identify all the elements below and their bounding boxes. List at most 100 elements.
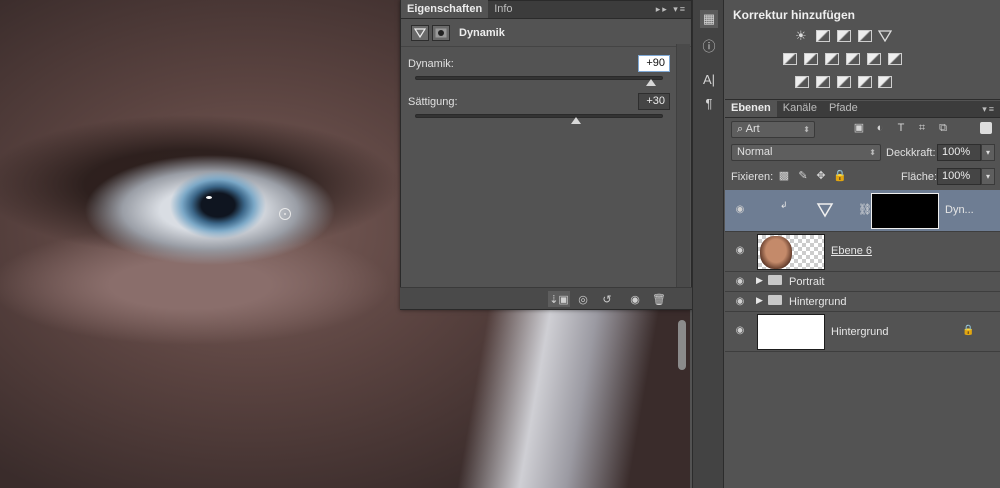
- brightness-icon[interactable]: ☀: [795, 29, 809, 42]
- levels-icon[interactable]: [816, 30, 830, 42]
- visibility-eye-icon[interactable]: ◉: [734, 204, 746, 216]
- clip-to-layer-icon[interactable]: ⇣▣: [548, 291, 570, 307]
- properties-bottom-toolbar: ⇣▣ ◎ ↺ ◉ 🗑: [400, 287, 692, 309]
- color-lookup-icon[interactable]: [888, 53, 902, 65]
- visibility-eye-icon[interactable]: ◉: [734, 296, 746, 308]
- eye-highlight: [206, 196, 212, 199]
- layer-name[interactable]: Dyn...: [945, 204, 974, 216]
- hue-saturation-icon[interactable]: [783, 53, 797, 65]
- layer-row-vibrance[interactable]: ◉ ↲ ⛓ Dyn...: [725, 190, 1000, 232]
- layer-group-portrait[interactable]: ◉ ▶ Portrait: [725, 272, 1000, 292]
- lock-move-icon[interactable]: ✥: [814, 169, 828, 183]
- canvas-scrollbar-thumb[interactable]: [678, 320, 686, 370]
- group-name[interactable]: Portrait: [789, 276, 824, 288]
- layer-name[interactable]: Ebene 6: [831, 245, 872, 257]
- opacity-dropdown-icon[interactable]: ▾: [981, 144, 995, 161]
- lock-icon: 🔒: [962, 325, 975, 336]
- opacity-input[interactable]: 100%: [937, 144, 981, 161]
- layer-row-background[interactable]: ◉ Hintergrund 🔒: [725, 312, 1000, 352]
- lock-brush-icon[interactable]: ✎: [796, 169, 810, 183]
- properties-tabbar: Eigenschaften Info ▸▸ ▾≡: [401, 0, 691, 19]
- saettigung-slider-thumb[interactable]: [571, 117, 582, 124]
- paragraph-icon[interactable]: ¶: [700, 94, 718, 112]
- filter-smart-icon[interactable]: ⧉: [936, 121, 950, 135]
- visibility-eye-icon[interactable]: ◉: [734, 245, 746, 257]
- panel-icon-strip: ▦ ⓘ A| ¶: [692, 0, 724, 488]
- layer-filter-value: Art: [745, 123, 760, 135]
- filter-shape-icon[interactable]: ⌗: [915, 121, 929, 135]
- layers-tabbar: Ebenen Kanäle Pfade ▾≡: [725, 100, 1000, 118]
- fill-label: Fläche:: [901, 171, 938, 183]
- layer-thumbnail: [757, 314, 825, 350]
- slider-label-dynamik: Dynamik:: [408, 58, 454, 70]
- layer-thumbnail: [757, 234, 825, 270]
- layers-panel: Ebenen Kanäle Pfade ▾≡ ⌕ Art ⬍ ▣ ◐ T ⌗ ⧉ …: [725, 100, 1000, 488]
- lock-label: Fixieren:: [731, 171, 774, 183]
- adjustments-icon[interactable]: ▦: [700, 10, 718, 28]
- layer-mask-thumbnail[interactable]: [871, 193, 939, 229]
- folder-icon: [768, 275, 782, 285]
- filter-toggle-icon[interactable]: [980, 122, 992, 134]
- fill-dropdown-icon[interactable]: ▾: [981, 168, 995, 185]
- adjustment-cursor-icon: [279, 208, 291, 220]
- layer-group-hintergrund[interactable]: ◉ ▶ Hintergrund: [725, 292, 1000, 312]
- visibility-eye-icon[interactable]: ◉: [734, 325, 746, 337]
- fill-input[interactable]: 100%: [937, 168, 981, 185]
- vibrance-icon[interactable]: [877, 30, 893, 43]
- panel-menu-icon[interactable]: ▸▸ ▾≡: [656, 4, 687, 15]
- dynamik-slider-thumb[interactable]: [645, 79, 656, 86]
- properties-scrollbar[interactable]: [676, 44, 690, 288]
- filter-type-icon[interactable]: T: [894, 121, 908, 135]
- clip-arrow-icon: ↲: [780, 200, 788, 210]
- black-white-icon[interactable]: [825, 53, 839, 65]
- expand-arrow-icon[interactable]: ▶: [756, 295, 763, 306]
- visibility-eye-icon[interactable]: ◉: [734, 276, 746, 288]
- channel-mixer-icon[interactable]: [867, 53, 881, 65]
- dynamik-value-input[interactable]: +90: [638, 55, 670, 72]
- lock-transparency-icon[interactable]: ▩: [777, 169, 791, 183]
- folder-icon: [768, 295, 782, 305]
- mask-icon[interactable]: [432, 24, 450, 41]
- layer-name[interactable]: Hintergrund: [831, 326, 888, 338]
- link-icon[interactable]: ⛓: [858, 203, 872, 216]
- gradient-map-icon[interactable]: [858, 76, 872, 88]
- filter-pixel-icon[interactable]: ▣: [852, 121, 866, 135]
- opacity-label: Deckkraft:: [886, 147, 936, 159]
- color-balance-icon[interactable]: [804, 53, 818, 65]
- exposure-icon[interactable]: [858, 30, 872, 42]
- invert-icon[interactable]: [795, 76, 809, 88]
- tab-ebenen[interactable]: Ebenen: [725, 100, 777, 117]
- tab-kanaele[interactable]: Kanäle: [777, 100, 823, 117]
- blend-mode-select[interactable]: Normal ⬍: [731, 144, 881, 161]
- layers-menu-icon[interactable]: ▾≡: [982, 104, 996, 115]
- saettigung-slider-track[interactable]: [415, 114, 663, 118]
- properties-panel: Eigenschaften Info ▸▸ ▾≡ Dynamik: [400, 0, 692, 310]
- properties-header: Dynamik: [401, 19, 691, 47]
- layer-row-ebene6[interactable]: ◉ Ebene 6: [725, 232, 1000, 272]
- info-icon[interactable]: ⓘ: [700, 36, 718, 54]
- blend-mode-value: Normal: [737, 146, 773, 158]
- tab-pfade[interactable]: Pfade: [823, 100, 864, 117]
- panel-title: Dynamik: [459, 26, 505, 39]
- selective-color-icon[interactable]: [878, 76, 892, 88]
- character-icon[interactable]: A|: [700, 70, 718, 88]
- reset-icon[interactable]: ↺: [596, 291, 618, 307]
- vibrance-layer-icon: [812, 197, 838, 223]
- tab-info[interactable]: Info: [488, 0, 518, 18]
- adjustments-panel: Korrektur hinzufügen ☀: [725, 0, 1000, 100]
- delete-trash-icon[interactable]: 🗑: [648, 291, 670, 307]
- filter-adjustment-icon[interactable]: ◐: [873, 121, 887, 135]
- layer-filter-select[interactable]: ⌕ Art ⬍: [731, 121, 815, 138]
- visibility-eye-icon[interactable]: ◉: [624, 291, 646, 307]
- dynamik-slider-track[interactable]: [415, 76, 663, 80]
- curves-icon[interactable]: [837, 30, 851, 42]
- photo-filter-icon[interactable]: [846, 53, 860, 65]
- expand-arrow-icon[interactable]: ▶: [756, 275, 763, 286]
- tab-eigenschaften[interactable]: Eigenschaften: [401, 0, 489, 18]
- threshold-icon[interactable]: [837, 76, 851, 88]
- posterize-icon[interactable]: [816, 76, 830, 88]
- group-name[interactable]: Hintergrund: [789, 296, 846, 308]
- lock-all-icon[interactable]: 🔒: [833, 169, 847, 183]
- view-previous-icon[interactable]: ◎: [572, 291, 594, 307]
- saettigung-value-input[interactable]: +30: [638, 93, 670, 110]
